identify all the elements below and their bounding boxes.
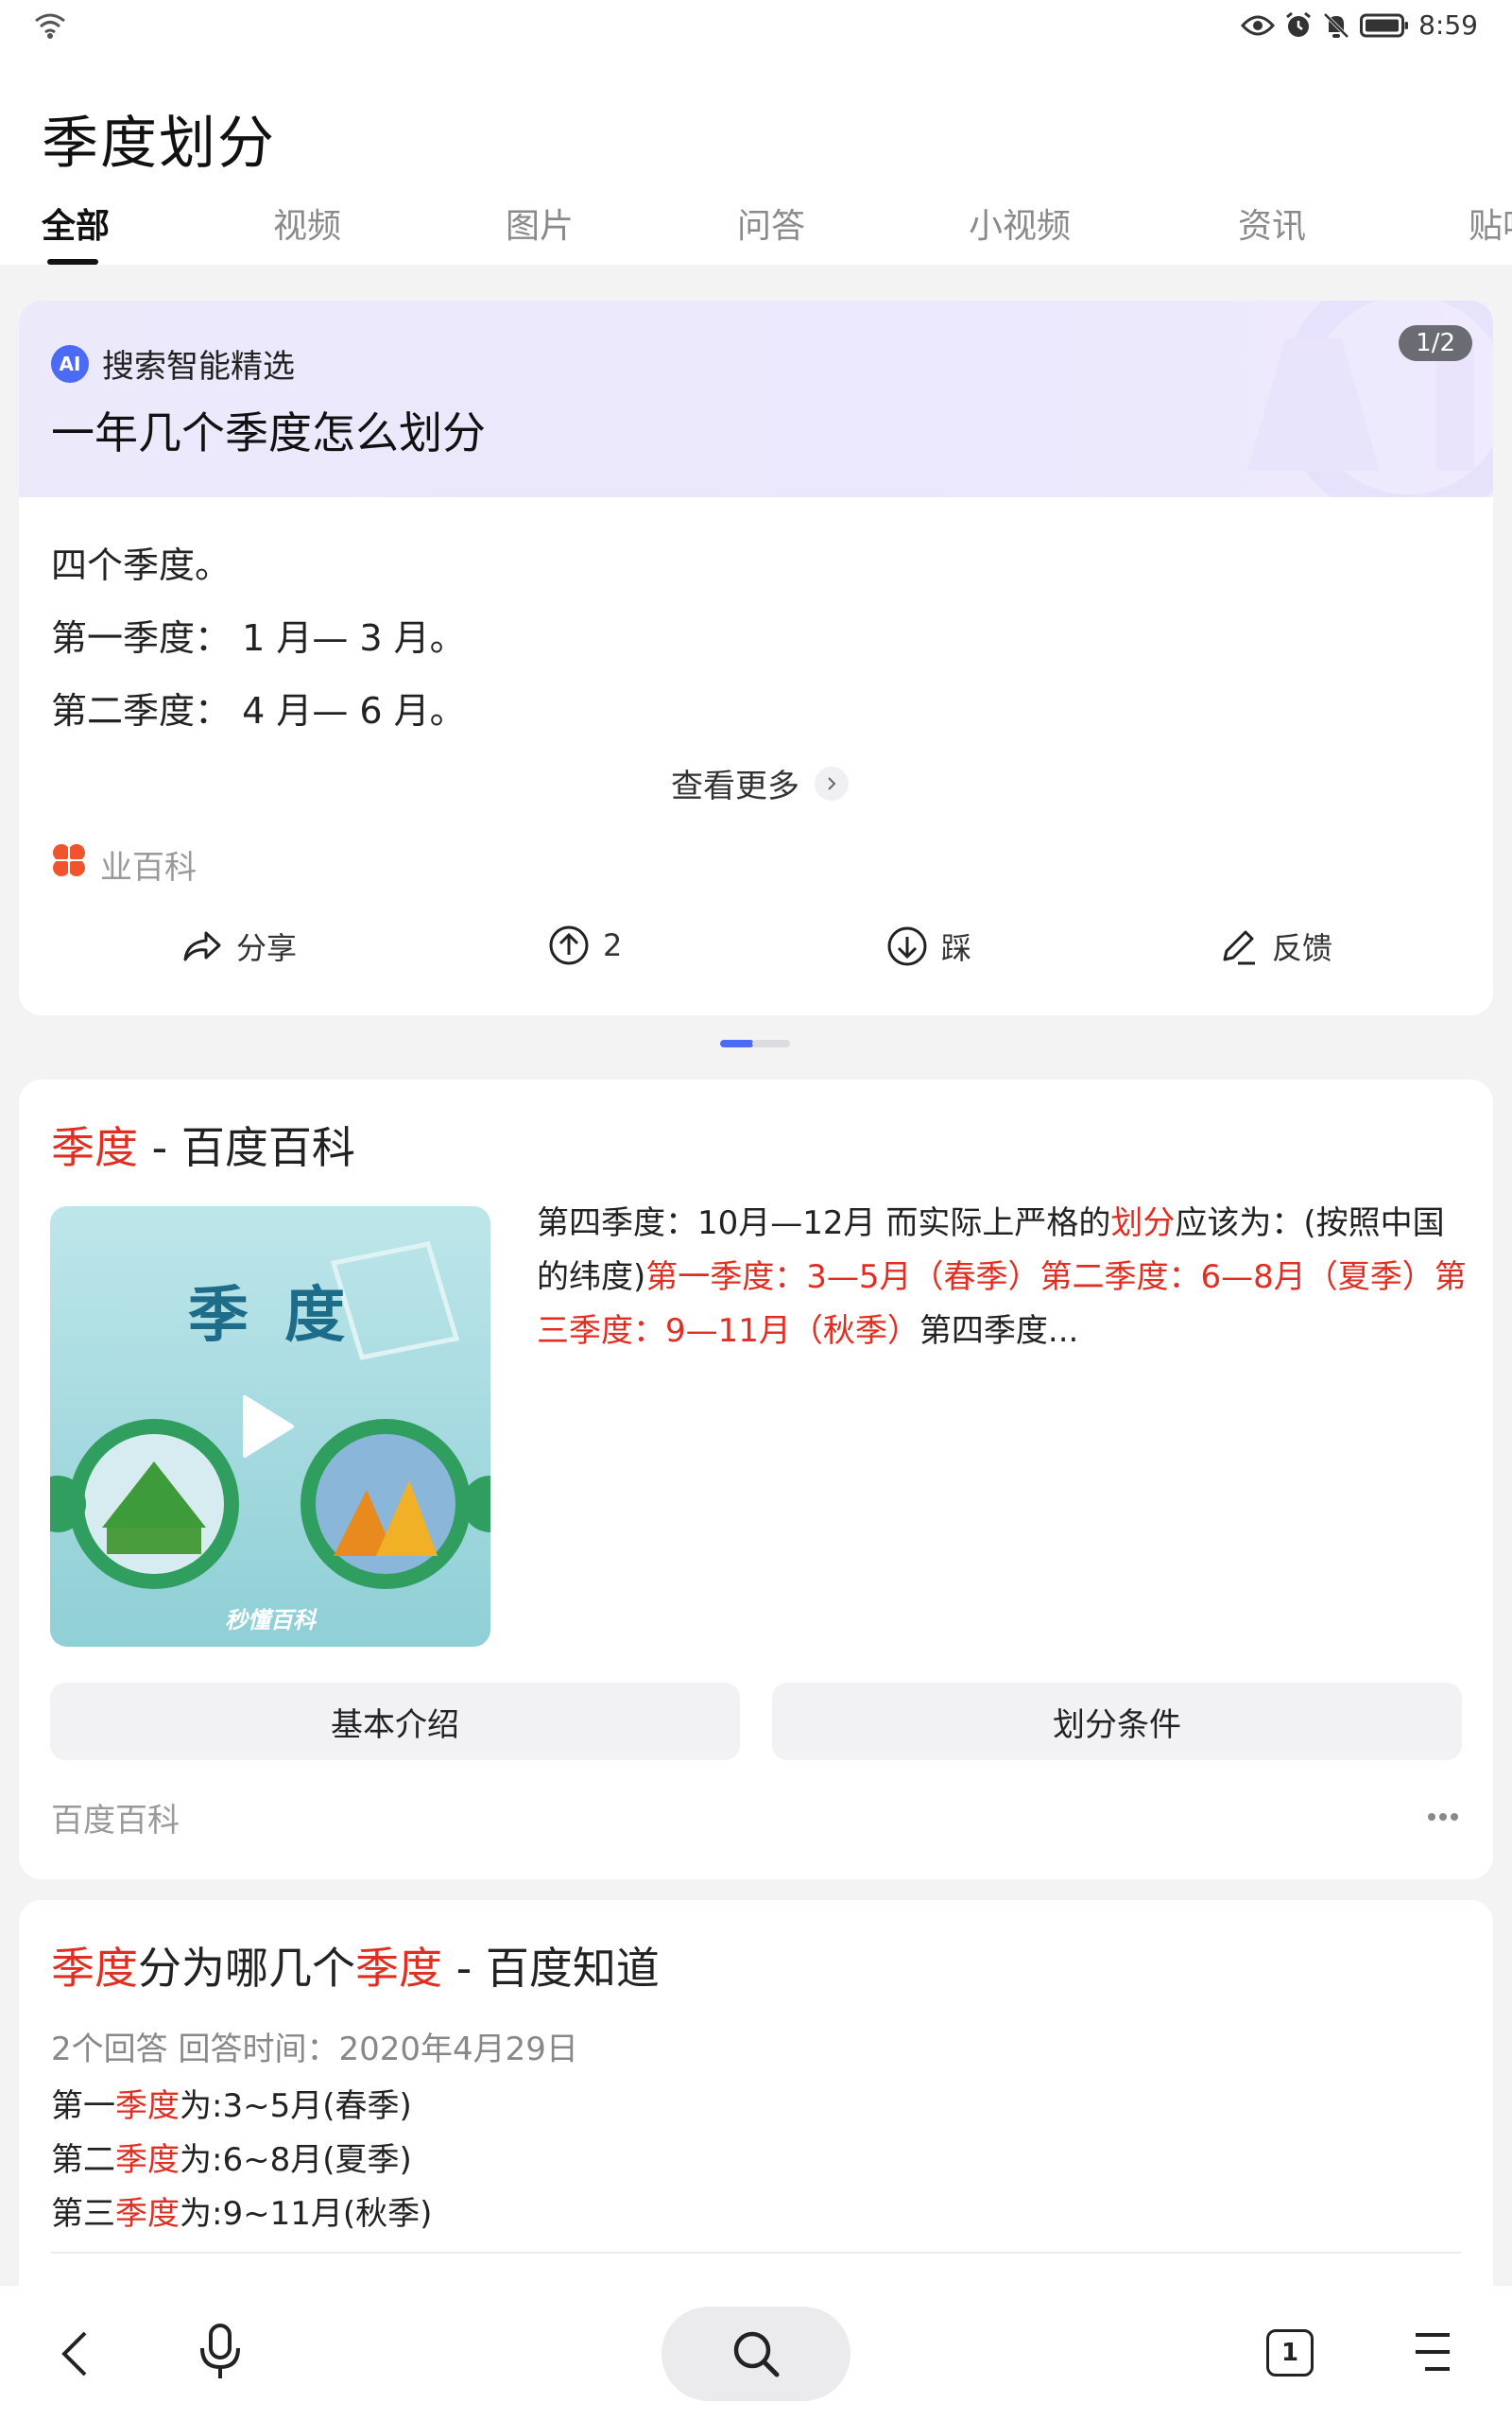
answer-line: 第一季度为:3~5月(春季) — [51, 2087, 412, 2125]
page-indicator: 1/2 — [1399, 325, 1472, 361]
tab-images[interactable]: 图片 — [506, 199, 574, 248]
tabs-count-button[interactable]: 1 — [1266, 2329, 1314, 2377]
title-highlight: 季度 — [51, 1122, 138, 1173]
wifi-icon — [34, 11, 66, 43]
play-icon[interactable] — [239, 1393, 296, 1463]
title-highlight: 季度 — [355, 1943, 442, 1994]
thumb-title: 季 度 — [187, 1281, 353, 1351]
chevron-right-icon — [815, 766, 849, 801]
menu-icon[interactable] — [1412, 2331, 1453, 2377]
title-text: 分为哪几个 — [138, 1943, 355, 1994]
ai-answer-card[interactable]: AI 搜索智能精选 一年几个季度怎么划分 1/2 四个季度。 第一季度： 1 月… — [19, 301, 1493, 1015]
baike-result-card[interactable]: 季度 - 百度百科 季 度 秒懂百科 第四季度：10月—12月 而实际上严格的划… — [19, 1080, 1493, 1879]
search-query-title[interactable]: 季度划分 — [42, 97, 276, 180]
downvote-icon — [887, 926, 927, 966]
result-title-link[interactable]: 季度分为哪几个季度 - 百度知道 — [51, 1934, 660, 1996]
thumb-brand: 秒懂百科 — [225, 1607, 316, 1634]
view-more-button[interactable]: 查看更多 — [671, 760, 849, 806]
microphone-icon[interactable] — [197, 2322, 244, 2386]
divider — [51, 2252, 1461, 2254]
feedback-label: 反馈 — [1272, 930, 1333, 966]
back-icon[interactable] — [55, 2327, 96, 2384]
search-icon — [733, 2331, 780, 2377]
active-tab-indicator — [47, 259, 98, 265]
video-thumbnail[interactable]: 季 度 秒懂百科 — [50, 1206, 490, 1647]
snippet-highlight: 划分 — [1110, 1204, 1176, 1242]
share-button[interactable]: 分享 — [181, 925, 297, 968]
clover-logo-icon — [51, 842, 87, 887]
ai-logo-icon: AI — [51, 344, 89, 383]
carousel-dot-active — [720, 1040, 754, 1047]
answer-snippet: 第一季度为:3~5月(春季) 第二季度为:6~8月(夏季) 第三季度为:9~11… — [51, 2080, 432, 2241]
answer-line: 第三季度为:9~11月(秋季) — [51, 2195, 433, 2233]
tab-video[interactable]: 视频 — [273, 199, 341, 248]
downvote-button[interactable]: 踩 — [886, 925, 971, 968]
title-highlight: 季度 — [51, 1943, 138, 1994]
upvote-icon — [549, 925, 589, 965]
search-header: 季度划分 全部 视频 图片 问答 小视频 资讯 贴吧 — [0, 66, 1512, 265]
answer-line: 第一季度： 1 月— 3 月。 — [51, 617, 466, 659]
carousel-indicator — [720, 1040, 790, 1047]
result-title-link[interactable]: 季度 - 百度百科 — [51, 1114, 355, 1176]
upvote-button[interactable]: 2 — [548, 925, 622, 966]
ai-action-bar: 分享 2 踩 反馈 — [19, 925, 1493, 981]
answer-line: 第二季度为:6~8月(夏季) — [51, 2141, 412, 2179]
feedback-button[interactable]: 反馈 — [1217, 925, 1332, 968]
tab-short-video[interactable]: 小视频 — [969, 199, 1071, 248]
downvote-label: 踩 — [941, 930, 972, 966]
title-rest: - 百度百科 — [138, 1122, 355, 1173]
view-more-label: 查看更多 — [671, 768, 799, 805]
filter-tabs: 全部 视频 图片 问答 小视频 资讯 贴吧 — [0, 199, 1512, 265]
tab-news[interactable]: 资讯 — [1238, 199, 1306, 248]
ai-badge: AI 搜索智能精选 — [51, 340, 295, 387]
share-label: 分享 — [236, 930, 298, 966]
answer-line: 第二季度： 4 月— 6 月。 — [51, 690, 466, 732]
zhidao-result-card[interactable]: 季度分为哪几个季度 - 百度知道 2个回答 回答时间：2020年4月29日 第一… — [19, 1900, 1493, 2335]
bottom-navigation: 1 — [0, 2286, 1512, 2420]
source-label: 业百科 — [100, 849, 197, 887]
bell-off-icon — [1322, 11, 1350, 40]
tab-tieba[interactable]: 贴吧 — [1469, 199, 1512, 248]
result-source[interactable]: 百度百科 — [51, 1794, 180, 1841]
ai-question: 一年几个季度怎么划分 — [51, 407, 486, 458]
result-snippet: 第四季度：10月—12月 而实际上严格的划分应该为：(按照中国的纬度)第一季度：… — [537, 1197, 1472, 1358]
upvote-count: 2 — [603, 927, 623, 963]
answer-meta: 2个回答 回答时间：2020年4月29日 — [51, 2031, 578, 2068]
snippet-text: 第四季度... — [919, 1312, 1079, 1350]
ai-source[interactable]: 业百科 — [51, 841, 197, 888]
ai-badge-label: 搜索智能精选 — [102, 348, 295, 386]
carousel-dot — [752, 1040, 790, 1047]
pencil-icon — [1223, 930, 1255, 965]
title-text: - 百度知道 — [442, 1943, 660, 1994]
chip-division-conditions[interactable]: 划分条件 — [772, 1683, 1462, 1760]
ai-card-header: AI 搜索智能精选 一年几个季度怎么划分 1/2 — [19, 301, 1493, 497]
search-button[interactable] — [662, 2307, 850, 2401]
tab-qa[interactable]: 问答 — [737, 199, 805, 248]
answer-line: 四个季度。 — [51, 544, 232, 586]
status-bar: 8:59 — [0, 0, 1512, 66]
snippet-text: 第四季度：10月—12月 而实际上严格的 — [537, 1204, 1111, 1242]
chip-basic-intro[interactable]: 基本介绍 — [50, 1683, 740, 1760]
share-icon — [183, 931, 221, 961]
battery-icon — [1360, 13, 1409, 38]
clock-time: 8:59 — [1418, 9, 1478, 41]
eye-icon — [1241, 14, 1276, 37]
tab-all[interactable]: 全部 — [42, 199, 110, 248]
ai-answer-text: 四个季度。 第一季度： 1 月— 3 月。 第二季度： 4 月— 6 月。 — [51, 529, 466, 748]
alarm-icon — [1284, 11, 1313, 40]
more-options-icon[interactable] — [1427, 1807, 1459, 1825]
